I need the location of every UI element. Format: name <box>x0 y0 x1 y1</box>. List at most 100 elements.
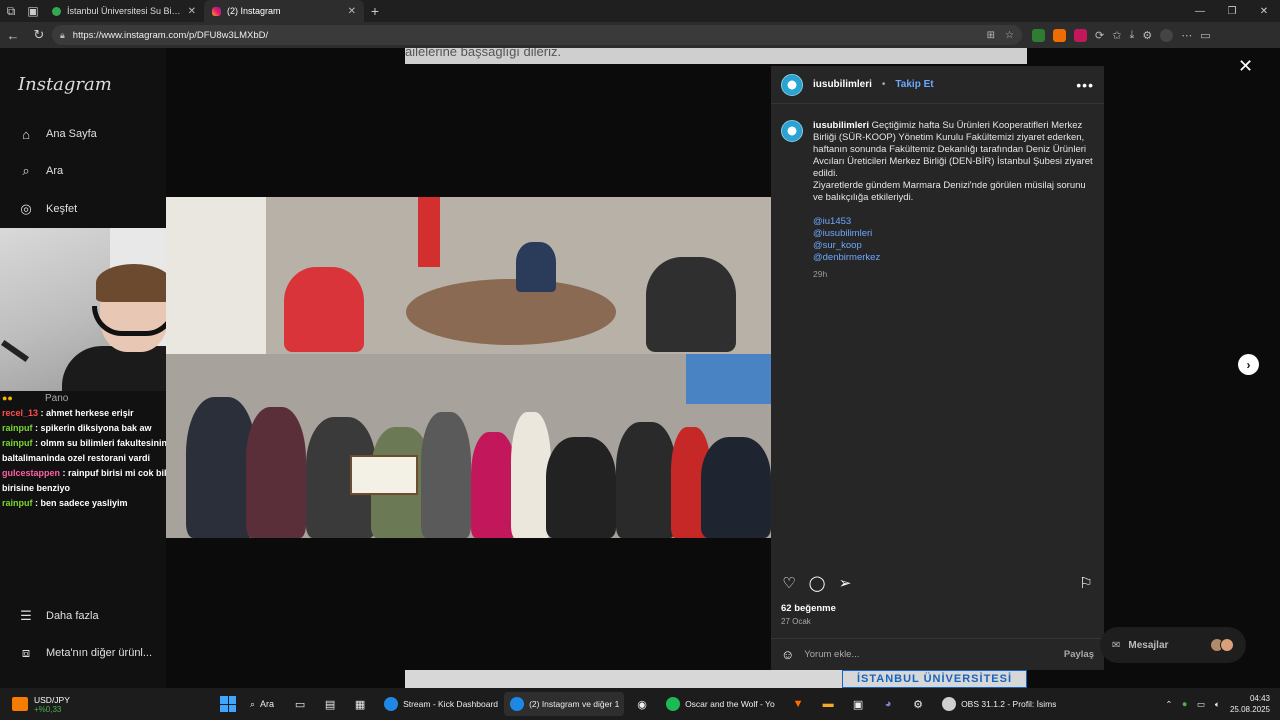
taskbar-app-instagram[interactable]: (2) Instagram ve diğer 1 <box>504 692 625 716</box>
chevron-up-icon[interactable]: ⌃ <box>1165 699 1172 710</box>
caption-username[interactable]: iusubilimleri <box>813 120 869 131</box>
stock-widget[interactable]: USD/JPY +%0,33 <box>0 695 200 714</box>
steam-icon[interactable]: ◉ <box>630 692 654 716</box>
close-icon[interactable]: ✕ <box>188 6 196 17</box>
post-username[interactable]: iusubilimleri <box>813 79 872 90</box>
workspaces-icon[interactable]: ⧉ <box>0 0 22 22</box>
back-icon[interactable]: ← <box>0 28 26 43</box>
reload-icon[interactable]: ↻ <box>26 27 52 43</box>
post-comment-button[interactable]: Paylaş <box>1064 649 1094 660</box>
app-available-icon[interactable]: ⊞ <box>987 30 995 41</box>
sidebar-item-home[interactable]: ⌂ Ana Sayfa <box>18 126 97 142</box>
store-icon[interactable]: ▦ <box>348 692 372 716</box>
window-close-icon[interactable]: ✕ <box>1248 6 1280 17</box>
avatar[interactable] <box>781 73 803 96</box>
follow-button[interactable]: Takip Et <box>895 79 933 90</box>
screen: ⧉ ▣ İstanbul Üniversitesi Su Bilimleri F… <box>0 0 1280 720</box>
microphone <box>0 339 30 363</box>
extension-icon[interactable] <box>1074 28 1087 42</box>
instagram-logo[interactable]: Instagram <box>18 74 112 95</box>
profile-avatar[interactable] <box>1160 28 1174 42</box>
person-standing <box>546 437 616 538</box>
chat-text: ben sadece yasliyim <box>40 498 128 508</box>
messages-button[interactable]: ✉ Mesajlar <box>1100 627 1246 663</box>
extension-icon[interactable] <box>1032 28 1045 42</box>
volume-icon[interactable]: 🔈︎ <box>1215 699 1220 710</box>
clock[interactable]: 04:43 25.08.2025 <box>1230 693 1270 715</box>
tab-su-bilimleri[interactable]: İstanbul Üniversitesi Su Bilimleri Fakül… <box>44 0 204 22</box>
background-text: ailelerine başsağlığı dileriz. <box>405 48 562 59</box>
chat-username: rainpuf <box>2 438 33 448</box>
brave-icon[interactable]: ▼ <box>786 692 810 716</box>
sidebar-item-label: Daha fazla <box>46 610 99 622</box>
downloads-icon[interactable]: ⤓ <box>1129 29 1134 42</box>
sidebar-item-search[interactable]: ⌕ Ara <box>18 163 63 179</box>
taskbar-search[interactable]: ⌕ Ara <box>242 693 282 715</box>
page-scrollbar[interactable] <box>1272 48 1280 688</box>
tab-label: (2) Instagram <box>227 6 281 16</box>
send-icon: ✉ <box>1112 639 1121 651</box>
comment-input[interactable]: Yorum ekle... <box>804 649 1054 660</box>
close-icon[interactable]: ✕ <box>1238 56 1253 77</box>
sidebar-item-more[interactable]: ☰ Daha fazla <box>18 608 99 624</box>
more-options-icon[interactable]: ••• <box>1076 77 1094 93</box>
mention-link[interactable]: @iu1453 <box>813 216 1094 228</box>
refresh-ext-icon[interactable]: ⟳ <box>1095 29 1104 42</box>
next-post-button[interactable]: › <box>1238 354 1259 375</box>
emoji-icon[interactable]: ☺ <box>781 647 794 662</box>
discord-icon[interactable]: ◕ <box>876 692 900 716</box>
monitor-icon[interactable]: ▣ <box>846 692 870 716</box>
sidebar-item-label: Keşfet <box>46 203 78 215</box>
person-seated <box>516 242 556 292</box>
mention-link[interactable]: @sur_koop <box>813 240 1094 252</box>
mention-link[interactable]: @denbirmerkez <box>813 252 1094 264</box>
taskbar-app-obs[interactable]: OBS 31.1.2 - Profil: İsims <box>936 692 1056 716</box>
post-details-panel: iusubilimleri • Takip Et ••• iusubilimle… <box>771 66 1104 670</box>
comment-icon[interactable]: ◯ <box>809 575 826 592</box>
tab-actions-icon[interactable]: ▣ <box>22 0 44 22</box>
maximize-icon[interactable]: ❐ <box>1216 6 1248 17</box>
settings-icon[interactable]: ⚙ <box>906 692 930 716</box>
sidebar-item-meta[interactable]: ⧈ Meta'nın diğer ürünl... <box>18 645 152 661</box>
sidebar-item-label: Ara <box>46 165 64 177</box>
address-bar[interactable]: 🔒︎ https://www.instagram.com/p/DFU8w3LMX… <box>52 25 1022 45</box>
background-bottom-text: İSTANBUL ÜNİVERSİTESİ <box>842 670 1027 688</box>
system-tray: ⌃ ⏺ ▭ 🔈︎ 04:43 25.08.2025 <box>1165 693 1280 715</box>
share-icon[interactable]: ➢ <box>837 575 853 592</box>
search-label: Ara <box>260 699 275 709</box>
chat-username: rainpuf <box>2 498 33 508</box>
task-view-icon[interactable]: ▭ <box>288 692 312 716</box>
favorite-star-icon[interactable]: ☆ <box>1005 30 1014 41</box>
new-tab-button[interactable]: + <box>364 3 386 19</box>
taskbar-app-spotify[interactable]: Oscar and the Wolf - Yo <box>660 692 780 716</box>
more-menu-icon[interactable]: ⋯ <box>1181 29 1192 42</box>
person-standing <box>616 422 676 538</box>
extensions-puzzle-icon[interactable]: ⚙ <box>1142 29 1152 42</box>
person-standing <box>246 407 306 538</box>
sidebar-toggle-icon[interactable]: ▭ <box>1200 29 1210 42</box>
bookmark-icon[interactable]: ⚐ <box>1078 575 1094 592</box>
windows-start-icon[interactable] <box>220 696 236 712</box>
mention-link[interactable]: @iusubilimleri <box>813 228 1094 240</box>
taskbar-app-kick[interactable]: Stream - Kick Dashboard <box>378 692 498 716</box>
caption-paragraph: iusubilimleri Geçtiğimiz hafta Su Ürünle… <box>813 120 1094 180</box>
network-icon[interactable]: ▭ <box>1197 699 1205 710</box>
clock-date: 25.08.2025 <box>1229 705 1270 714</box>
like-count[interactable]: 62 beğenme <box>781 603 836 614</box>
heart-icon[interactable]: ♡ <box>781 575 797 592</box>
minimize-icon[interactable]: — <box>1184 6 1216 17</box>
caption-paragraph: Ziyaretlerde gündem Marmara Denizi'nde g… <box>813 180 1086 203</box>
chat-username: rainpuf <box>2 423 33 433</box>
sidebar-item-explore[interactable]: ◎ Keşfet <box>18 201 77 217</box>
post-header: iusubilimleri • Takip Et ••• <box>771 66 1104 104</box>
epic-games-icon[interactable]: ▤ <box>318 692 342 716</box>
close-icon[interactable]: ✕ <box>348 6 356 17</box>
folder-icon[interactable]: ▬ <box>816 692 840 716</box>
post-image[interactable] <box>166 197 771 538</box>
tab-instagram[interactable]: (2) Instagram ✕ <box>204 0 364 22</box>
favorites-icon[interactable]: ✩ <box>1112 29 1121 42</box>
post-caption: iusubilimleri Geçtiğimiz hafta Su Ürünle… <box>781 120 1094 280</box>
extension-icon[interactable] <box>1053 28 1066 42</box>
microphone-icon[interactable]: ⏺ <box>1183 699 1187 710</box>
avatar[interactable] <box>781 120 803 142</box>
